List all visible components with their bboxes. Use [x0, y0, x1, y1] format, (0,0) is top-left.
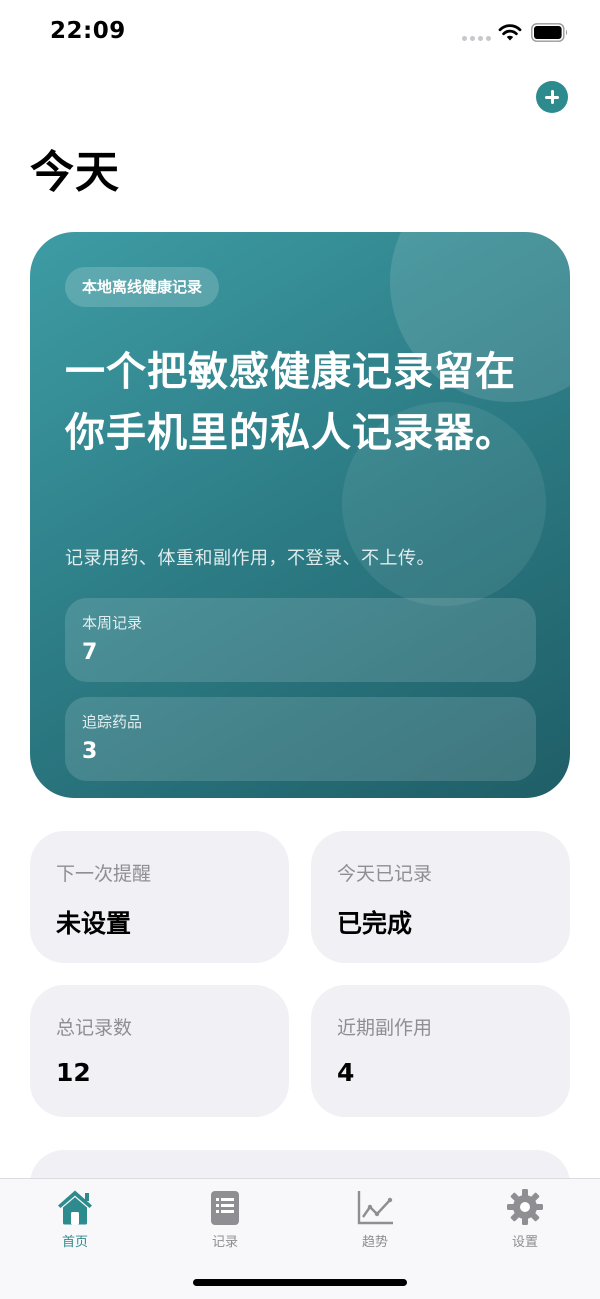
card-value: 已完成 [337, 909, 413, 938]
card-label: 总记录数 [56, 1017, 133, 1039]
chart-icon [357, 1191, 393, 1225]
house-icon [58, 1190, 92, 1225]
stat-label: 本周记录 [82, 614, 143, 632]
card-label: 下一次提醒 [56, 863, 152, 885]
stat-label: 追踪药品 [82, 713, 143, 731]
card-value: 12 [56, 1058, 91, 1087]
today-logged-card[interactable]: 今天已记录 已完成 [311, 831, 570, 963]
tab-records[interactable]: 记录 [150, 1179, 300, 1259]
tab-label: 首页 [61, 1235, 88, 1250]
status-time: 22:09 [50, 18, 126, 44]
tab-settings[interactable]: 设置 [450, 1179, 600, 1259]
tab-label: 记录 [211, 1235, 238, 1250]
recent-side-effects-card[interactable]: 近期副作用 4 [311, 985, 570, 1117]
next-reminder-card[interactable]: 下一次提醒 未设置 [30, 831, 289, 963]
status-bar: 22:09 [0, 0, 600, 66]
gear-icon [507, 1189, 543, 1225]
tab-label: 设置 [511, 1235, 538, 1250]
wifi-icon [498, 24, 522, 41]
list-icon [211, 1191, 239, 1225]
hero-subtitle: 记录用药、体重和副作用，不登录、不上传。 [65, 548, 435, 569]
hero-card: 本地离线健康记录 一个把敏感健康记录留在你手机里的私人记录器。 记录用药、体重和… [30, 232, 570, 798]
home-indicator [193, 1279, 407, 1286]
total-records-card[interactable]: 总记录数 12 [30, 985, 289, 1117]
page-title: 今天 [30, 147, 120, 198]
stat-value: 3 [82, 739, 98, 764]
hero-title: 一个把敏感健康记录留在你手机里的私人记录器。 [65, 349, 516, 456]
card-value: 未设置 [56, 909, 132, 938]
stat-value: 7 [82, 640, 98, 665]
card-label: 近期副作用 [337, 1017, 433, 1039]
hero-badge: 本地离线健康记录 [65, 267, 220, 307]
tracked-medications-stat: 追踪药品 3 [65, 697, 536, 781]
cellular-signal-icon [462, 36, 491, 41]
tab-trends[interactable]: 趋势 [300, 1179, 450, 1259]
tab-home[interactable]: 首页 [0, 1179, 150, 1259]
card-label: 今天已记录 [337, 863, 433, 885]
battery-icon [531, 23, 568, 42]
weekly-records-stat: 本周记录 7 [65, 598, 536, 682]
tab-label: 趋势 [361, 1235, 388, 1250]
card-value: 4 [337, 1058, 355, 1087]
add-record-button[interactable] [536, 81, 568, 113]
